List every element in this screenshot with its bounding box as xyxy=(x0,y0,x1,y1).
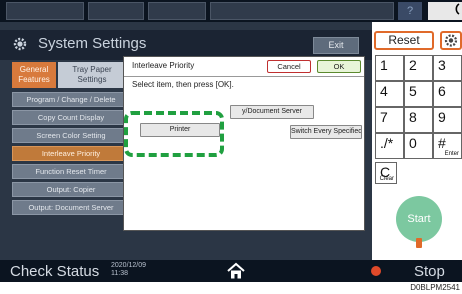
date-text: 2020/12/09 xyxy=(111,262,147,269)
dialog-instruction: Select item, then press [OK]. xyxy=(132,80,234,89)
option-copier-document-server[interactable]: y/Document Server xyxy=(230,105,314,119)
top-status-bar: ? xyxy=(0,0,462,22)
key-label: ./* xyxy=(380,135,394,151)
exit-button[interactable]: Exit xyxy=(313,37,359,54)
key-1[interactable]: 1 xyxy=(375,55,404,81)
cancel-button[interactable]: Cancel xyxy=(267,60,311,73)
menu-item-output-copier[interactable]: Output: Copier xyxy=(12,182,130,197)
key-label: 8 xyxy=(409,109,417,125)
key-label: 2 xyxy=(409,57,417,73)
menu-item-output-doc-server[interactable]: Output: Document Server xyxy=(12,200,130,215)
key-dot-star[interactable]: ./* xyxy=(375,133,404,159)
settings-gear-button[interactable] xyxy=(440,31,462,50)
menu-item-screen-color[interactable]: Screen Color Setting xyxy=(12,128,130,143)
key-2[interactable]: 2 xyxy=(404,55,433,81)
menu-item-function-reset[interactable]: Function Reset Timer xyxy=(12,164,130,179)
key-enter[interactable]: # Enter xyxy=(433,133,462,159)
key-sublabel: Enter xyxy=(444,151,459,157)
top-bar-segment xyxy=(210,2,394,20)
stop-button[interactable]: Stop xyxy=(414,263,445,280)
time-text: 11:38 xyxy=(111,270,128,277)
key-label: 0 xyxy=(409,135,417,151)
top-right-icon xyxy=(455,3,460,15)
key-8[interactable]: 8 xyxy=(404,107,433,133)
key-5[interactable]: 5 xyxy=(404,81,433,107)
tab-tray-paper-settings[interactable]: Tray Paper Settings xyxy=(58,62,126,88)
check-status-button[interactable]: Check Status xyxy=(10,263,99,280)
top-bar-segment xyxy=(148,2,206,20)
top-right-button[interactable] xyxy=(428,2,462,20)
stop-indicator-icon xyxy=(371,266,381,276)
key-clear[interactable]: C Clear xyxy=(375,162,397,184)
key-label: 5 xyxy=(409,83,417,99)
date-time-display: 2020/12/09 11:38 xyxy=(111,262,146,278)
option-switch-every-specified[interactable]: Switch Every Specified No. xyxy=(290,125,362,139)
tab-general-features[interactable]: General Features xyxy=(12,62,56,88)
bottom-status-bar: Check Status 2020/12/09 11:38 Stop xyxy=(0,260,462,282)
key-4[interactable]: 4 xyxy=(375,81,404,107)
help-button[interactable]: ? xyxy=(398,2,422,20)
home-icon[interactable] xyxy=(226,262,246,280)
key-sublabel: Clear xyxy=(379,176,394,182)
key-3[interactable]: 3 xyxy=(433,55,462,81)
key-0[interactable]: 0 xyxy=(404,133,433,159)
ok-button[interactable]: OK xyxy=(317,60,361,73)
key-label: 9 xyxy=(438,109,446,125)
key-label: # xyxy=(438,135,446,151)
menu-item-interleave-priority[interactable]: Interleave Priority xyxy=(12,146,130,161)
page-title: System Settings xyxy=(38,35,147,52)
menu-item-program[interactable]: Program / Change / Delete xyxy=(12,92,130,107)
key-7[interactable]: 7 xyxy=(375,107,404,133)
gear-icon xyxy=(444,34,458,47)
top-bar-segment xyxy=(88,2,144,20)
reset-button[interactable]: Reset xyxy=(374,31,434,50)
image-code-label: D0BLPM2541 xyxy=(410,283,460,292)
key-9[interactable]: 9 xyxy=(433,107,462,133)
key-label: 3 xyxy=(438,57,446,73)
start-indicator-light xyxy=(416,238,422,248)
interleave-priority-dialog: Interleave Priority Cancel OK Select ite… xyxy=(123,56,365,231)
key-label: 7 xyxy=(380,109,388,125)
gear-icon xyxy=(13,37,27,51)
start-button[interactable]: Start xyxy=(396,196,442,242)
key-label: 1 xyxy=(380,57,388,73)
highlight-frame xyxy=(124,111,224,157)
key-6[interactable]: 6 xyxy=(433,81,462,107)
dialog-title: Interleave Priority xyxy=(132,61,195,70)
menu-item-copy-count[interactable]: Copy Count Display xyxy=(12,110,130,125)
dialog-divider xyxy=(124,76,364,77)
key-label: 6 xyxy=(438,83,446,99)
top-bar-segment xyxy=(6,2,84,20)
key-label: 4 xyxy=(380,83,388,99)
settings-menu: Program / Change / Delete Copy Count Dis… xyxy=(12,92,130,218)
